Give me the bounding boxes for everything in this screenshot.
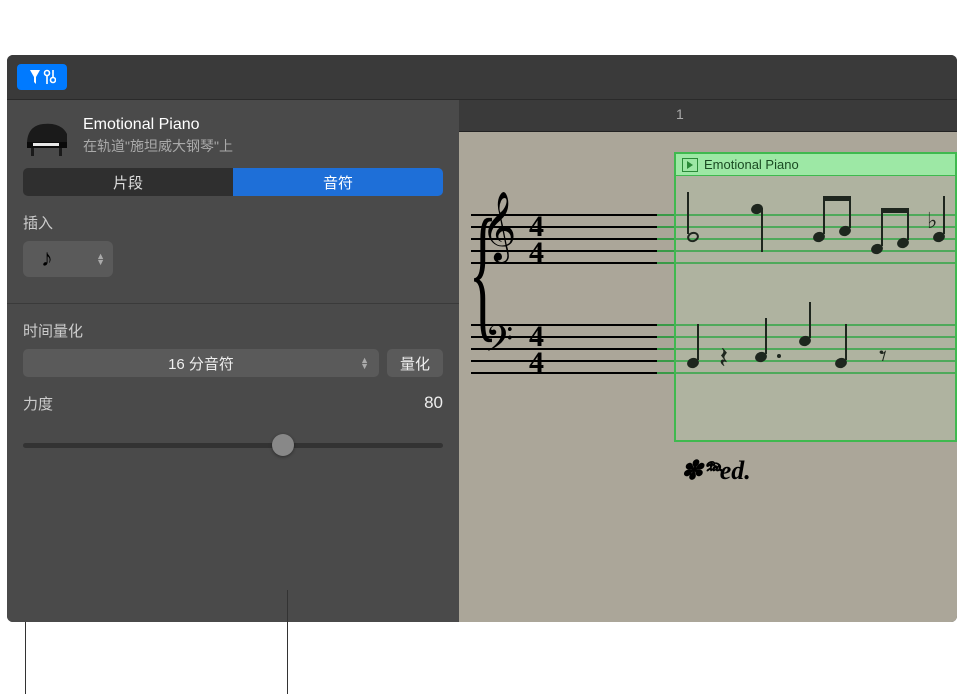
region-title: Emotional Piano: [704, 157, 799, 172]
grand-piano-icon: [23, 116, 71, 156]
editor-window: Emotional Piano 在轨道"施坦威大钢琴"上 片段 音符 插入 ♪ …: [7, 55, 957, 622]
filter-button[interactable]: [17, 64, 67, 90]
velocity-value: 80: [424, 393, 443, 422]
region-header: Emotional Piano 在轨道"施坦威大钢琴"上: [23, 110, 443, 168]
callout-line: [25, 622, 26, 694]
bass-clef-icon: 𝄢: [485, 318, 513, 369]
staff-line: [471, 372, 657, 374]
timesig-denominator: 4: [529, 350, 544, 376]
region-header-bar[interactable]: Emotional Piano: [676, 154, 955, 176]
time-ruler[interactable]: 1: [459, 100, 957, 132]
score-canvas[interactable]: {: [459, 132, 957, 622]
stepper-arrows-icon: ▲▼: [360, 357, 369, 369]
stepper-arrows-icon: ▲▼: [96, 253, 105, 265]
tab-clips[interactable]: 片段: [23, 168, 233, 196]
inspector-tabs: 片段 音符: [23, 168, 443, 196]
divider: [7, 303, 459, 304]
treble-clef-icon: 𝄞: [481, 192, 516, 261]
insert-section: 插入 ♪ ▲▼: [23, 212, 443, 277]
inspector-panel: Emotional Piano 在轨道"施坦威大钢琴"上 片段 音符 插入 ♪ …: [7, 100, 459, 622]
staff-line: [471, 262, 657, 264]
region-info: Emotional Piano 在轨道"施坦威大钢琴"上: [83, 116, 233, 156]
slider-track: [23, 443, 443, 448]
bar-number: 1: [676, 106, 684, 122]
tab-notes[interactable]: 音符: [233, 168, 443, 196]
region-name: Emotional Piano: [83, 116, 233, 134]
callout-line: [287, 590, 288, 694]
slider-thumb[interactable]: [272, 434, 294, 456]
quantize-section: 时间量化 16 分音符 ▲▼ 量化: [23, 320, 443, 393]
quantize-row: 16 分音符 ▲▼ 量化: [23, 349, 443, 377]
content-area: Emotional Piano 在轨道"施坦威大钢琴"上 片段 音符 插入 ♪ …: [7, 100, 957, 622]
quantize-select[interactable]: 16 分音符 ▲▼: [23, 349, 379, 377]
quantize-label: 时间量化: [23, 320, 443, 341]
toolbar: [7, 55, 957, 100]
velocity-row: 力度 80: [23, 393, 443, 422]
velocity-slider[interactable]: [23, 430, 443, 460]
quantize-button[interactable]: 量化: [387, 349, 443, 377]
timesig-denominator: 4: [529, 240, 544, 266]
filter-icon: [28, 68, 56, 86]
insert-label: 插入: [23, 212, 443, 233]
velocity-section: 力度 80: [23, 393, 443, 460]
score-editor[interactable]: 1 {: [459, 100, 957, 622]
midi-region[interactable]: Emotional Piano: [674, 152, 957, 442]
play-icon: [682, 158, 698, 172]
insert-note-dropdown[interactable]: ♪ ▲▼: [23, 241, 113, 277]
pedal-marking: ✽𝆮ed.: [681, 456, 751, 487]
track-info: 在轨道"施坦威大钢琴"上: [83, 136, 233, 156]
eighth-note-icon: ♪: [41, 245, 53, 273]
velocity-label: 力度: [23, 393, 53, 414]
quantize-value: 16 分音符: [168, 353, 234, 374]
